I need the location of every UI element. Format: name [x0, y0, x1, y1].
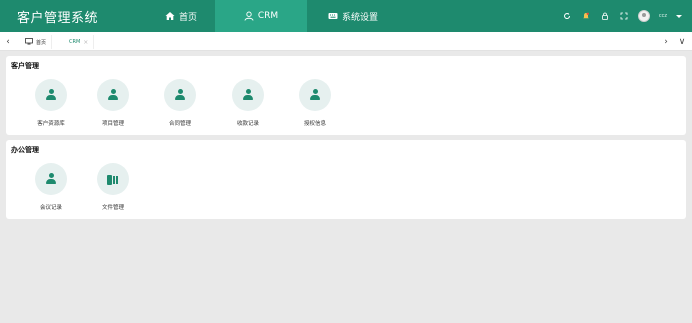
tile-icon-circle [232, 79, 264, 111]
file-icon [107, 174, 119, 185]
tile-label: 文件管理 [101, 205, 124, 211]
tile-icon-circle [35, 79, 67, 111]
person-icon [107, 89, 119, 101]
top-toolbar: ccz [562, 0, 682, 32]
app-title: 客户管理系统 [17, 11, 99, 26]
tile-label: 收款记录 [236, 121, 259, 127]
tile-file-management[interactable]: 文件管理 [81, 163, 145, 223]
nav-crm-label: CRM [257, 11, 279, 21]
tile-label: 项目管理 [101, 121, 124, 127]
tab-close-icon[interactable]: × [83, 39, 88, 46]
tile-icon-circle [164, 79, 196, 111]
nav-home-label: 首页 [178, 12, 197, 23]
section-title: 办公管理 [11, 146, 39, 154]
notification-icon[interactable] [581, 11, 591, 21]
tile-icon-circle [97, 163, 129, 195]
tile-payment-records[interactable]: 收款记录 [216, 79, 280, 139]
nav-system-settings[interactable]: 系统设置 [320, 0, 386, 32]
tile-project-management[interactable]: 项目管理 [81, 79, 145, 139]
user-avatar[interactable] [637, 10, 650, 22]
tile-icon-circle [97, 79, 129, 111]
person-icon [309, 89, 321, 101]
home-icon [165, 11, 175, 21]
person-icon [45, 173, 57, 185]
tile-icon-circle [299, 79, 331, 111]
tile-contract-management[interactable]: 合同管理 [148, 79, 212, 139]
tab-home-label: 首页 [36, 39, 47, 46]
tab-home[interactable]: 首页 [20, 35, 53, 49]
tab-strip: ‹ 首页 CRM × › ∨ [0, 32, 692, 51]
tile-label: 授权信息 [303, 121, 326, 127]
tile-label: 会议记录 [39, 205, 62, 211]
tile-authorization-info[interactable]: 授权信息 [283, 79, 347, 139]
customer-management-panel: 客户管理 客户资源库 项目管理 合同管理 收款记录 授权信息 [6, 56, 686, 135]
tab-crm-label: CRM [69, 39, 81, 45]
nav-home[interactable]: 首页 [152, 0, 210, 32]
nav-system-settings-label: 系统设置 [341, 12, 378, 23]
lock-icon[interactable] [600, 11, 610, 21]
monitor-icon [25, 37, 33, 47]
section-title: 客户管理 [11, 62, 39, 70]
office-management-panel: 办公管理 会议记录 文件管理 [6, 140, 686, 219]
person-icon [45, 89, 57, 101]
nav-crm[interactable]: CRM [215, 0, 307, 32]
refresh-icon[interactable] [562, 11, 572, 21]
tab-scroll-left-button[interactable]: ‹ [2, 32, 14, 51]
tile-customer-resources[interactable]: 客户资源库 [19, 79, 83, 139]
top-navigation-bar: 客户管理系统 首页 CRM 系统设置 ccz [0, 0, 692, 32]
user-outline-icon [244, 11, 254, 21]
person-icon [242, 89, 254, 101]
tile-label: 客户资源库 [37, 121, 65, 127]
tab-dropdown-button[interactable]: ∨ [676, 32, 688, 51]
user-menu-caret-icon[interactable] [676, 14, 682, 18]
tile-icon-circle [35, 163, 67, 195]
user-name[interactable]: ccz [659, 13, 667, 19]
tab-scroll-right-button[interactable]: › [660, 32, 672, 51]
keyboard-icon [328, 11, 338, 21]
tile-meeting-records[interactable]: 会议记录 [19, 163, 83, 223]
tile-label: 合同管理 [168, 121, 191, 127]
person-icon [174, 89, 186, 101]
tab-crm[interactable]: CRM × [64, 35, 95, 49]
fullscreen-icon[interactable] [619, 11, 629, 21]
